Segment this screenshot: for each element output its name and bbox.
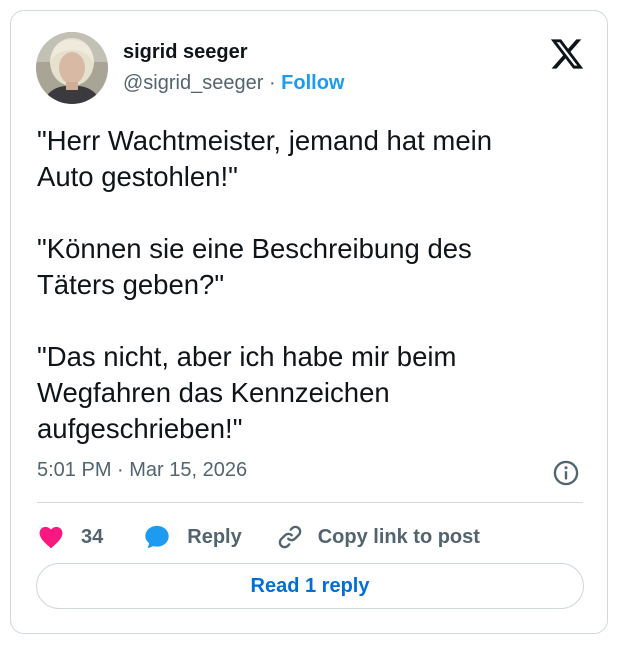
separator-dot: · xyxy=(268,72,276,94)
action-bar: 34 Reply Copy link to post xyxy=(37,517,480,557)
link-icon xyxy=(276,523,304,551)
user-handle[interactable]: @sigrid_seeger xyxy=(123,72,263,94)
heart-icon xyxy=(37,523,65,551)
display-name[interactable]: sigrid seeger xyxy=(123,40,248,64)
post-text: "Herr Wachtmeister, jemand hat mein Auto… xyxy=(37,125,493,444)
post-timestamp[interactable]: 5:01 PM · Mar 15, 2026 xyxy=(37,458,247,482)
handle-row: @sigrid_seeger · Follow xyxy=(123,71,345,95)
reply-label: Reply xyxy=(187,525,242,548)
info-icon[interactable] xyxy=(552,459,580,487)
divider xyxy=(37,502,583,503)
follow-button[interactable]: Follow xyxy=(281,72,344,94)
x-logo-icon[interactable] xyxy=(549,36,585,72)
read-replies-button[interactable]: Read 1 reply xyxy=(36,563,584,609)
speech-bubble-icon xyxy=(143,523,171,551)
copy-link-button[interactable]: Copy link to post xyxy=(276,523,480,551)
embedded-post-card: sigrid seeger @sigrid_seeger · Follow "H… xyxy=(10,10,608,634)
avatar[interactable] xyxy=(36,32,108,104)
reply-button[interactable]: Reply xyxy=(143,523,242,551)
avatar-photo xyxy=(36,32,108,104)
copy-link-label: Copy link to post xyxy=(317,525,480,548)
like-button[interactable]: 34 xyxy=(37,523,103,551)
like-count: 34 xyxy=(81,525,104,548)
